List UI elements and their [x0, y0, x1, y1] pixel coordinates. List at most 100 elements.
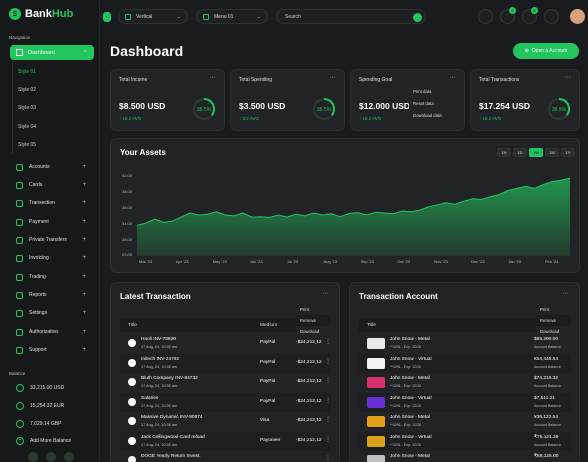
plus-circle-icon: ⊕	[524, 48, 529, 54]
bell-icon[interactable]: 2	[500, 7, 516, 24]
table-row[interactable]: John Snow - Metal **4291 - Exp: 12/26 $8…	[359, 334, 571, 353]
menu-item-download[interactable]: Download data	[409, 110, 461, 122]
more-icon[interactable]: ···	[562, 290, 580, 297]
more-icon[interactable]: ⋮	[325, 436, 331, 443]
brand-logo[interactable]: $ BankHub	[9, 8, 73, 20]
table-row[interactable]: John Snow - Metal **4291 - Exp: 12/26 ¥3…	[359, 412, 571, 431]
sidebar-item-transection[interactable]: Transection +	[16, 197, 94, 209]
table-row[interactable]: John Snow - Virtual **4291 - Exp: 12/26 …	[359, 353, 571, 373]
progress-label: 35.5%	[552, 107, 567, 113]
reports-icon	[16, 291, 23, 299]
more-icon[interactable]: ⋮	[325, 416, 331, 423]
more-icon[interactable]: ···	[449, 74, 456, 81]
menu-item-remove[interactable]: Remove	[296, 315, 330, 326]
assets-area-chart	[137, 174, 570, 256]
balance-usd[interactable]: 33,215.00 USD	[16, 384, 64, 392]
avatar[interactable]	[46, 452, 56, 462]
add-balance-button[interactable]: + Add More Balance	[16, 437, 71, 445]
menu-item-remove[interactable]: Remove	[536, 315, 570, 326]
column-header-medium: Medium	[260, 323, 278, 328]
x-tick-label: Apr '23	[175, 259, 189, 264]
sidebar-item-invoicing[interactable]: Invoicing +	[16, 252, 94, 264]
account-card-number: **4291 - Exp: 12/26	[390, 364, 422, 369]
account-card-number: **4291 - Exp: 12/26	[390, 345, 422, 349]
menu-select-value: Menu 01	[214, 13, 234, 20]
range-1d[interactable]: 1D	[513, 148, 527, 157]
sidebar-subitem-style02[interactable]: Style 02	[18, 87, 36, 93]
more-icon[interactable]: ···	[564, 74, 571, 81]
range-1m[interactable]: 1M	[545, 148, 559, 157]
sidebar-item-support[interactable]: Support +	[16, 344, 94, 356]
sidebar-item-label: Invoicing	[29, 255, 49, 261]
table-row[interactable]: Massive Dynamic INV-90874 17 Aug, 24, 10…	[120, 412, 331, 431]
more-icon[interactable]: ···	[329, 74, 336, 81]
table-row[interactable]: John Snow - Virtual **4291 - Exp: 12/26 …	[359, 431, 571, 451]
sidebar-item-payment[interactable]: Payment +	[16, 216, 94, 228]
plus-icon: +	[82, 274, 86, 280]
layout-icon	[125, 13, 131, 20]
table-row[interactable]: Initech INV-24792 17 Aug, 24, 10:36 am P…	[120, 353, 331, 373]
sidebar-item-dashboard[interactable]: Dashboard ⌃	[10, 45, 94, 60]
y-tick-label: 42.00	[122, 173, 133, 178]
menu-item-print[interactable]: Print	[296, 304, 330, 315]
more-icon[interactable]: ⋮	[325, 358, 331, 365]
table-row[interactable]: John Snow - Metal ₹68,125.00	[359, 451, 571, 462]
sidebar-item-label: Trading	[29, 274, 46, 280]
assets-title: Your Assets	[120, 148, 166, 157]
more-icon[interactable]: ⋮	[325, 338, 331, 345]
range-1w[interactable]: 1W	[529, 148, 543, 157]
sidebar-subitem-style01[interactable]: Style 01	[18, 69, 36, 75]
more-icon[interactable]: ⋮	[325, 455, 331, 462]
sidebar-item-cards[interactable]: Cards +	[16, 179, 94, 191]
balance-eur[interactable]: 15,254.32 EUR	[16, 402, 64, 410]
layout-select[interactable]: Vertical ⌄	[118, 9, 188, 24]
more-icon[interactable]: ⋮	[325, 397, 331, 404]
account-name: John Snow - Virtual	[390, 395, 432, 401]
collapse-sidebar-button[interactable]: ‹	[103, 12, 111, 22]
balance-gbp[interactable]: 7,029.14 GBP	[16, 420, 61, 428]
apps-icon[interactable]	[544, 9, 559, 24]
menu-item-reset[interactable]: Reset data	[409, 98, 461, 110]
message-icon[interactable]: 5	[522, 7, 538, 24]
chevron-down-icon: ⌄	[256, 13, 261, 20]
theme-toggle-icon[interactable]	[478, 9, 493, 24]
sidebar-subitem-style03[interactable]: Style 03	[18, 105, 36, 111]
table-row[interactable]: Bluth Company INV-84732 17 Aug, 24, 10:3…	[120, 373, 331, 392]
search-icon[interactable]	[413, 13, 422, 22]
sidebar-subitem-style05[interactable]: Style 05	[18, 142, 36, 148]
menu-item-print[interactable]: Print data	[409, 86, 461, 98]
search-input[interactable]: Search	[276, 9, 426, 24]
avatar[interactable]	[570, 9, 585, 24]
sidebar-item-accounts[interactable]: Accounts +	[16, 161, 94, 173]
open-account-button[interactable]: ⊕ Open a Account	[513, 43, 579, 59]
x-tick-label: Sep '23	[360, 259, 374, 264]
transaction-date: 17 Aug, 24, 10:36 am	[141, 345, 178, 349]
sidebar-subitem-style04[interactable]: Style 04	[18, 124, 36, 130]
table-row[interactable]: Salaries 17 Aug, 24, 10:36 am PayPal -$2…	[120, 392, 331, 412]
account-amount: $74,215.32	[534, 376, 559, 381]
avatar[interactable]	[28, 452, 38, 462]
y-tick-label: 35.00	[122, 205, 133, 210]
range-1y[interactable]: 1Y	[561, 148, 575, 157]
sidebar-item-trading[interactable]: Trading +	[16, 271, 94, 283]
sidebar-item-private-transfers[interactable]: Private Transfers +	[16, 234, 94, 246]
transaction-amount: -$24,212,12	[296, 359, 322, 365]
table-row[interactable]: Jack Collingwood Card reload 17 Aug, 24,…	[120, 431, 331, 451]
transaction-amount: -$24,212,12	[296, 340, 322, 345]
table-row[interactable]: Hooli INV-79820 17 Aug, 24, 10:36 am Pay…	[120, 334, 331, 353]
table-row[interactable]: John Snow - Metal **4291 - Exp: 12/26 $7…	[359, 373, 571, 392]
table-row[interactable]: DOGE Yearly Return Invest. ⋮	[120, 451, 331, 462]
range-1h[interactable]: 1H	[497, 148, 511, 157]
x-tick-label: Nov '23	[434, 259, 448, 264]
sidebar-item-authorization[interactable]: Authorization +	[16, 326, 94, 338]
trading-icon	[16, 273, 23, 281]
sidebar-item-settings[interactable]: Settings +	[16, 307, 94, 319]
sidebar-item-reports[interactable]: Reports +	[16, 289, 94, 301]
more-icon[interactable]: ···	[209, 74, 216, 81]
avatar[interactable]	[64, 452, 74, 462]
table-row[interactable]: John Snow - Virtual **4291 - Exp: 12/26 …	[359, 392, 571, 412]
menu-select[interactable]: Menu 01 ⌄	[196, 9, 268, 24]
menu-item-print[interactable]: Print	[536, 304, 570, 315]
more-icon[interactable]: ⋮	[325, 377, 331, 384]
plus-icon: +	[82, 200, 86, 206]
